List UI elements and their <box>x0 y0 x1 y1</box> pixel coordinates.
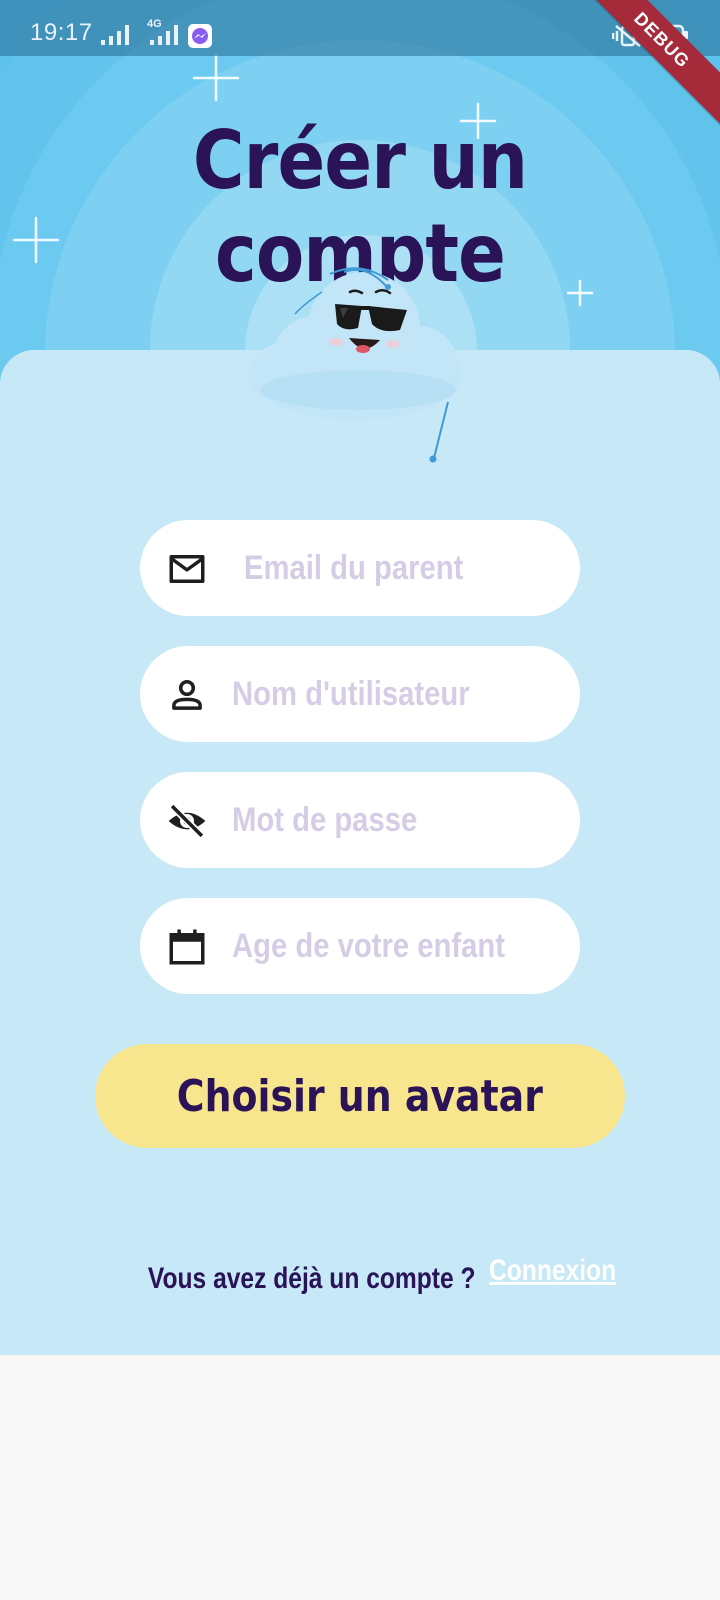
mail-icon <box>169 555 205 583</box>
username-input[interactable] <box>232 646 516 742</box>
child-age-input[interactable] <box>232 898 516 994</box>
cloud-sunglasses-mascot <box>240 262 480 482</box>
signal-icon <box>101 25 129 45</box>
choose-avatar-label: Choisir un avatar <box>176 1070 544 1122</box>
cloud-icon <box>247 272 463 420</box>
status-time: 19:17 <box>30 19 93 46</box>
signal-4g-icon <box>150 25 178 45</box>
calendar-icon <box>169 929 205 965</box>
messenger-icon <box>188 24 212 48</box>
password-field[interactable] <box>140 772 580 868</box>
login-prompt: Vous avez déjà un compte ? Connexion <box>0 1254 720 1296</box>
login-link[interactable]: Connexion <box>489 1254 616 1288</box>
login-question: Vous avez déjà un compte ? <box>147 1262 476 1295</box>
person-icon <box>172 679 202 710</box>
username-field[interactable] <box>140 646 580 742</box>
sparkle-icon <box>192 54 240 102</box>
eye-off-icon[interactable] <box>166 800 208 842</box>
password-input[interactable] <box>232 772 516 868</box>
choose-avatar-button[interactable]: Choisir un avatar <box>95 1044 625 1148</box>
child-age-field[interactable] <box>140 898 580 994</box>
email-field[interactable] <box>140 520 580 616</box>
email-input[interactable] <box>244 520 528 616</box>
signup-screen: 19:17 4G DEBUG Créer un compte Email du … <box>0 0 720 1600</box>
